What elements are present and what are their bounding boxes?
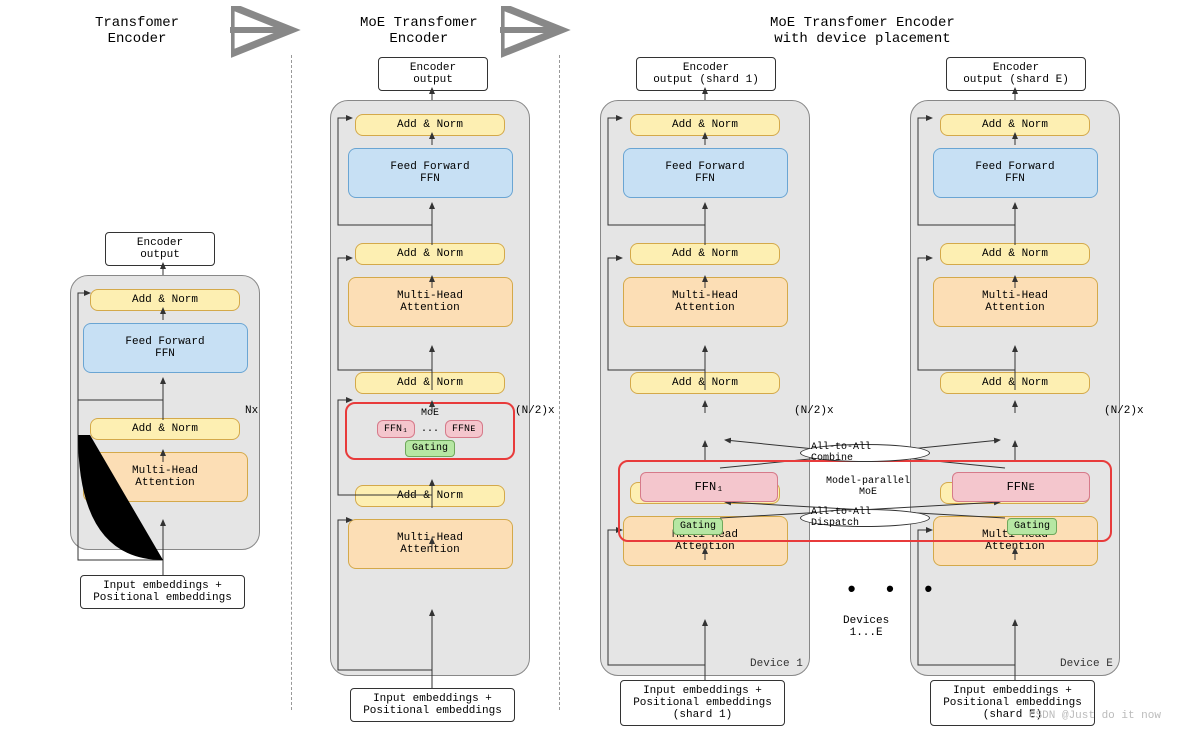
mha-block: Multi-Head Attention: [348, 519, 513, 569]
ffn-block: Feed Forward FFN: [83, 323, 248, 373]
encoder-output-shard1: Encoder output (shard 1): [636, 57, 776, 91]
ffn-block: Feed Forward FFN: [348, 148, 513, 198]
mpm-label: Model-parallel MoE: [818, 476, 918, 498]
mha-block: Multi-Head Attention: [83, 452, 248, 502]
addnorm: Add & Norm: [630, 372, 780, 394]
input-2: Input embeddings + Positional embeddings: [350, 688, 515, 722]
moe-label: MoE: [351, 408, 509, 419]
title-moe: MoE Transfomer Encoder: [360, 15, 478, 47]
encoder-output-1: Encoder output: [105, 232, 215, 266]
encoder-container-d1: Add & Norm Feed Forward FFN Add & Norm M…: [600, 100, 810, 676]
divider-1: [291, 55, 292, 710]
addnorm: Add & Norm: [355, 372, 505, 394]
mha-block: Multi-Head Attention: [933, 277, 1098, 327]
moe-box: MoE FFN₁ ... FFNᴇ Gating: [345, 402, 515, 460]
devices-label: Devices 1...E: [843, 615, 889, 639]
addnorm: Add & Norm: [630, 114, 780, 136]
addnorm: Add & Norm: [940, 243, 1090, 265]
encoder-output-2: Encoder output: [378, 57, 488, 91]
ffn1-expert: FFN₁: [377, 420, 415, 438]
all2all-combine: All-to-All Combine: [800, 444, 930, 462]
ffnE-expert: FFNᴇ: [445, 420, 483, 438]
addnorm: Add & Norm: [355, 114, 505, 136]
encoder-container-dE: Add & Norm Feed Forward FFN Add & Norm M…: [910, 100, 1120, 676]
gating-dE: Gating: [1007, 518, 1057, 535]
all2all-dispatch: All-to-All Dispatch: [800, 509, 930, 527]
title-transformer: Transfomer Encoder: [95, 15, 179, 47]
addnorm: Add & Norm: [940, 114, 1090, 136]
watermark: CSDN @Just do it now: [1029, 710, 1161, 722]
ffn-block: Feed Forward FFN: [933, 148, 1098, 198]
addnorm: Add & Norm: [940, 372, 1090, 394]
device1-label: Device 1: [750, 658, 803, 670]
gating: Gating: [405, 440, 455, 457]
ffn1-expert: FFN₁: [640, 472, 778, 502]
gating-d1: Gating: [673, 518, 723, 535]
nx2-label-d1: (N/2)x: [794, 405, 834, 417]
input-shard1: Input embeddings + Positional embeddings…: [620, 680, 785, 726]
nx2-label: (N/2)x: [515, 405, 555, 417]
deviceE-label: Device E: [1060, 658, 1113, 670]
encoder-output-shardE: Encoder output (shard E): [946, 57, 1086, 91]
model-parallel-moe: FFN₁ FFNᴇ Model-parallel MoE Gating Gati…: [618, 460, 1112, 542]
addnorm: Add & Norm: [355, 243, 505, 265]
nx-label: Nx: [245, 405, 258, 417]
divider-2: [559, 55, 560, 710]
devices-dots: • • •: [845, 578, 941, 603]
nx2-label-dE: (N/2)x: [1104, 405, 1144, 417]
encoder-container-2: Add & Norm Feed Forward FFN Add & Norm M…: [330, 100, 530, 676]
addnorm: Add & Norm: [355, 485, 505, 507]
mha-block: Multi-Head Attention: [623, 277, 788, 327]
addnorm: Add & Norm: [90, 289, 240, 311]
addnorm: Add & Norm: [630, 243, 780, 265]
ffnE-expert: FFNᴇ: [952, 472, 1090, 502]
mha-block: Multi-Head Attention: [348, 277, 513, 327]
dots: ...: [421, 424, 439, 435]
ffn-block: Feed Forward FFN: [623, 148, 788, 198]
encoder-container-1: Add & Norm Feed Forward FFN Add & Norm M…: [70, 275, 260, 550]
input-1: Input embeddings + Positional embeddings: [80, 575, 245, 609]
addnorm: Add & Norm: [90, 418, 240, 440]
title-moe-device: MoE Transfomer Encoder with device place…: [770, 15, 955, 47]
